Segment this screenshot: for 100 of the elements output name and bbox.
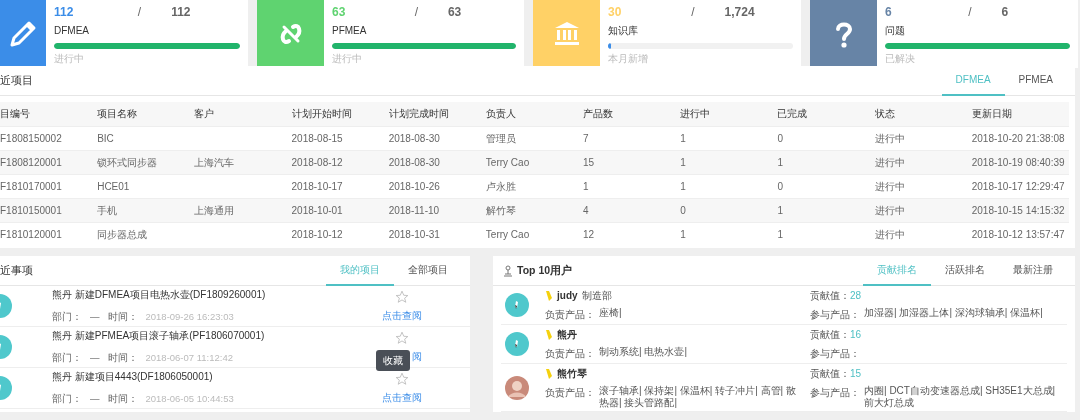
table-cell: 进行中	[874, 180, 905, 192]
table-cell: BIC	[97, 132, 114, 144]
table-cell: 进行中	[874, 132, 905, 144]
table-cell: 1	[583, 180, 589, 192]
tab[interactable]: PFMEA	[1004, 65, 1067, 96]
table-cell: F1808150002	[0, 132, 62, 144]
product-list: 制动系统| 电热水壶|	[599, 346, 687, 361]
stat-label: PFMEA	[332, 24, 368, 38]
panel-title: Top 10用户	[517, 262, 573, 278]
dept-value: —	[90, 351, 100, 366]
meta-label: 部门：	[52, 351, 82, 366]
view-link[interactable]: 点击查阅	[382, 307, 422, 323]
tab[interactable]: 活跃排名	[931, 256, 999, 286]
tab[interactable]: 我的项目	[326, 256, 394, 286]
table-cell: 卢永胜	[485, 180, 516, 192]
score-value: 15	[850, 367, 862, 381]
stat-separator: /	[137, 4, 143, 21]
column-header: 状态	[874, 102, 972, 126]
stat-caption: 本月新增	[608, 52, 649, 66]
field-label: 参与产品：	[810, 386, 860, 400]
table-cell: 同步器总成	[97, 228, 148, 240]
meta-label: 部门：	[52, 392, 82, 407]
product-list: 加湿器| 加湿器上体| 深沟球轴承| 保温杯|	[864, 307, 1043, 322]
table-cell: F1810170001	[0, 180, 62, 192]
field-label: 负责产品：	[545, 347, 595, 361]
table-cell: 1	[680, 132, 686, 144]
time-value: 2018-06-05 10:44:53	[145, 392, 234, 407]
meta-label: 时间：	[107, 392, 138, 407]
table-cell: 2018-10-15 14:15:32	[971, 204, 1065, 216]
view-link[interactable]: 阅	[412, 348, 422, 364]
table-cell: 上海汽车	[194, 156, 235, 168]
panel-title: 近项目	[0, 72, 33, 88]
table-cell: 2018-10-12	[291, 228, 343, 240]
dept-value: —	[90, 310, 100, 325]
table-cell: 15	[583, 156, 595, 168]
stat-label: DFMEA	[54, 24, 90, 38]
meta-label: 时间：	[107, 351, 138, 366]
product-list: 滚子轴承| 保持架| 保温杯| 转子冲片| 高管| 散热器| 接头管路配|	[599, 385, 802, 409]
column-header: 已完成	[777, 102, 875, 126]
stat-separator: /	[968, 4, 973, 21]
user-dept: 制造部	[581, 289, 612, 303]
user-name: 熊丹	[557, 328, 577, 342]
tab[interactable]: DFMEA	[941, 65, 1005, 96]
table-cell: 上海通用	[194, 204, 235, 216]
field-label: 参与产品：	[810, 308, 860, 322]
table-cell: Terry Cao	[485, 156, 530, 168]
table-cell: 2018-10-20 21:38:08	[971, 132, 1065, 144]
stat-separator: /	[414, 4, 420, 21]
tooltip: 收藏	[376, 349, 410, 371]
column-header: 计划开始时间	[291, 102, 389, 126]
meta-label: 部门：	[52, 310, 82, 325]
tab[interactable]: 全部项目	[394, 256, 462, 286]
view-link[interactable]: 点击查阅	[382, 389, 422, 405]
table-cell: 锁环式同步器	[97, 156, 158, 168]
column-header: 项目名称	[97, 102, 195, 126]
stat-total: 112	[171, 4, 191, 21]
product-list: 座椅|	[599, 307, 622, 322]
tab[interactable]: 贡献排名	[863, 256, 931, 286]
stat-caption: 进行中	[332, 52, 363, 66]
column-header: 负责人	[485, 102, 584, 126]
table-cell: 7	[583, 132, 589, 144]
stat-caption: 进行中	[54, 52, 85, 66]
time-value: 2018-06-07 11:12:42	[145, 351, 233, 366]
table-cell: 1	[777, 156, 783, 168]
table-cell: 2018-10-31	[388, 228, 440, 240]
stat-value: 112	[54, 4, 75, 21]
table-cell: Terry Cao	[485, 228, 530, 240]
table-cell: 2018-10-17 12:29:47	[971, 180, 1065, 192]
table-cell: 0	[777, 132, 783, 144]
item-title: 熊丹 新建项目4443(DF1806050001)	[52, 370, 214, 385]
column-header: 目编号	[0, 102, 98, 126]
table-cell: 2018-11-10	[388, 204, 440, 216]
field-label: 贡献值：	[810, 289, 850, 303]
table-cell: 1	[680, 228, 686, 240]
tab[interactable]: 最新注册	[999, 256, 1067, 286]
table-cell: 手机	[97, 204, 118, 216]
column-header: 计划完成时间	[388, 102, 486, 126]
table-cell: 2018-10-26	[388, 180, 440, 192]
table-cell: F1810120001	[0, 228, 62, 240]
table-cell: 2018-08-15	[291, 132, 343, 144]
table-cell: 0	[680, 204, 686, 216]
field-label: 贡献值：	[810, 367, 850, 381]
panel-title: 近事项	[0, 262, 33, 278]
table-cell: 12	[583, 228, 595, 240]
item-title: 熊丹 新建DFMEA项目电热水壶(DF1809260001)	[52, 288, 267, 303]
table-cell: 2018-10-01	[291, 204, 343, 216]
meta-label: 时间：	[107, 310, 138, 325]
column-header: 进行中	[680, 102, 778, 126]
score-value: 16	[850, 328, 862, 342]
time-value: 2018-09-26 16:23:03	[145, 310, 234, 325]
stat-value: 30	[608, 4, 623, 21]
table-cell: 4	[583, 204, 589, 216]
score-value: 28	[850, 289, 862, 303]
table-cell: 进行中	[874, 156, 905, 168]
stat-caption: 已解决	[885, 52, 916, 66]
field-label: 参与产品：	[810, 347, 860, 361]
table-cell: HCE01	[97, 180, 130, 192]
stat-value: 6	[885, 4, 893, 21]
table-cell: 1	[777, 228, 783, 240]
table-cell: F1808120001	[0, 156, 62, 168]
